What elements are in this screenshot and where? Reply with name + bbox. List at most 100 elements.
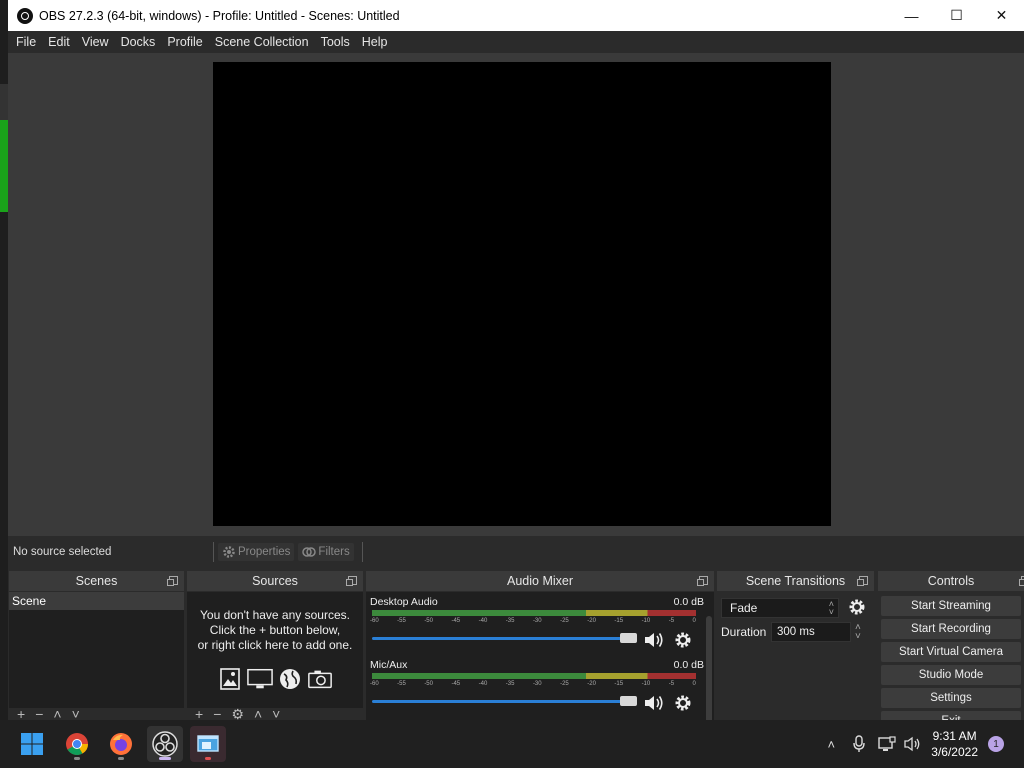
menu-scene-collection[interactable]: Scene Collection (209, 35, 315, 49)
background-window-edge (0, 0, 8, 720)
add-icon[interactable]: + (195, 708, 203, 720)
taskbar-chrome[interactable] (59, 726, 95, 762)
menu-edit[interactable]: Edit (42, 35, 76, 49)
running-indicator (118, 757, 124, 760)
menu-docks[interactable]: Docks (115, 35, 162, 49)
remove-icon[interactable]: − (35, 708, 43, 720)
maximize-button[interactable]: ☐ (934, 0, 979, 31)
meter-tick-label: -40 (478, 618, 488, 624)
speaker-icon[interactable] (643, 692, 665, 714)
source-status: No source selected (13, 546, 112, 558)
running-indicator (159, 757, 171, 760)
gear-icon (223, 546, 235, 558)
taskbar-obs[interactable] (147, 726, 183, 762)
transition-select[interactable]: Fade ˄ ˅ (721, 598, 839, 618)
running-indicator (205, 757, 211, 760)
float-dock-icon[interactable] (346, 576, 357, 586)
duration-input[interactable]: 300 ms (771, 622, 851, 642)
controls-title: Controls (927, 574, 975, 588)
audio-mixer-body: Desktop Audio 0.0 dB -60 -55 -50 -45 -40 -35-… (366, 592, 714, 738)
list-item[interactable]: Scene (9, 592, 184, 610)
volume-slider-track[interactable] (372, 700, 632, 703)
remove-icon[interactable]: − (213, 708, 221, 720)
exit-button[interactable]: Exit (881, 711, 1021, 720)
settings-button[interactable]: Settings (881, 688, 1021, 708)
image-icon (217, 666, 243, 692)
meter-tick-label: -55 (397, 618, 406, 624)
minimize-button[interactable]: — (889, 0, 934, 31)
start-streaming-button[interactable]: Start Streaming (881, 596, 1021, 616)
meter-tick-label: -30 (532, 618, 542, 624)
program-preview[interactable] (213, 62, 831, 526)
meter-tick-label: 0 (692, 618, 696, 624)
show-hidden-icons-chevron-icon[interactable]: ˄ (817, 737, 845, 752)
menu-bar: File Edit View Docks Profile Scene Colle… (8, 31, 1024, 53)
close-button[interactable]: ✕ (979, 0, 1024, 31)
float-dock-icon[interactable] (167, 576, 178, 586)
meter-tick-label: -10 (641, 681, 651, 687)
controls-header[interactable]: Controls (878, 571, 1024, 591)
microphone-icon[interactable] (845, 735, 873, 753)
channel-level: 0.0 dB (673, 596, 704, 608)
properties-button[interactable]: Properties (218, 543, 295, 561)
speaker-icon[interactable] (643, 629, 665, 651)
meter-tick-label: -45 (451, 681, 461, 687)
source-type-icons (187, 666, 363, 692)
volume-icon[interactable] (901, 736, 925, 752)
scene-transitions-header[interactable]: Scene Transitions (717, 571, 874, 591)
start-recording-button[interactable]: Start Recording (881, 619, 1021, 639)
menu-profile[interactable]: Profile (161, 35, 208, 49)
move-down-icon[interactable]: ˅ (72, 708, 80, 720)
title-bar[interactable]: OBS 27.2.3 (64-bit, windows) - Profile: … (8, 0, 1024, 31)
move-up-icon[interactable]: ˄ (254, 708, 262, 720)
filters-label: Filters (318, 546, 350, 558)
firefox-icon (110, 733, 132, 755)
filters-button[interactable]: Filters (298, 543, 354, 561)
move-up-icon[interactable]: ˄ (53, 708, 61, 720)
clock[interactable]: 9:31 AM 3/6/2022 (931, 728, 978, 760)
meter-tick-label: -25 (560, 681, 569, 687)
network-icon[interactable] (873, 736, 901, 752)
gear-icon[interactable]: ⚙ (231, 708, 244, 720)
running-indicator (74, 757, 80, 760)
gear-icon[interactable] (672, 629, 694, 651)
menu-file[interactable]: File (10, 35, 42, 49)
volume-slider-handle[interactable] (620, 696, 637, 706)
scene-transitions-title: Scene Transitions (745, 574, 846, 588)
scenes-toolbar: + − ˄ ˅ (9, 708, 184, 720)
start-button[interactable] (14, 726, 50, 762)
taskbar-window-app[interactable] (190, 726, 226, 762)
taskbar-firefox[interactable] (103, 726, 139, 762)
duration-label: Duration (721, 625, 767, 639)
scenes-list[interactable]: Scene + − ˄ ˅ (9, 592, 184, 720)
start-virtual-camera-button[interactable]: Start Virtual Camera (881, 642, 1021, 662)
meter-bar-bottom (372, 613, 696, 616)
scenes-dock-header[interactable]: Scenes (9, 571, 184, 591)
stepper-chevron-icon[interactable]: ˄ ˅ (855, 623, 861, 642)
meter-tick-label: -55 (397, 681, 406, 687)
add-icon[interactable]: + (17, 708, 25, 720)
meter-tick-label: -60 (370, 618, 379, 624)
float-dock-icon[interactable] (697, 576, 708, 586)
sources-dock-header[interactable]: Sources (187, 571, 363, 591)
menu-tools[interactable]: Tools (315, 35, 356, 49)
audio-mixer-title: Audio Mixer (507, 574, 573, 588)
meter-tick-label: -60 (370, 681, 379, 687)
sources-list[interactable]: You don't have any sources. Click the + … (187, 592, 363, 720)
float-dock-icon[interactable] (857, 576, 868, 586)
notification-badge[interactable]: 1 (988, 736, 1004, 752)
move-down-icon[interactable]: ˅ (272, 708, 280, 720)
obs-window: OBS 27.2.3 (64-bit, windows) - Profile: … (8, 0, 1024, 738)
gear-icon[interactable] (848, 598, 866, 619)
gear-icon[interactable] (672, 692, 694, 714)
menu-help[interactable]: Help (356, 35, 394, 49)
volume-slider-handle[interactable] (620, 633, 637, 643)
volume-slider-track[interactable] (372, 637, 632, 640)
meter-tick-label: -15 (614, 618, 624, 624)
scenes-dock: Scenes Scene + − ˄ ˅ (9, 571, 184, 720)
controls-dock: Controls Start Streaming Start Recording… (878, 571, 1024, 720)
taskbar: ˄ 9:31 AM 3/6/2022 1 (0, 720, 1024, 768)
audio-mixer-header[interactable]: Audio Mixer (366, 571, 714, 591)
studio-mode-button[interactable]: Studio Mode (881, 665, 1021, 685)
menu-view[interactable]: View (76, 35, 115, 49)
